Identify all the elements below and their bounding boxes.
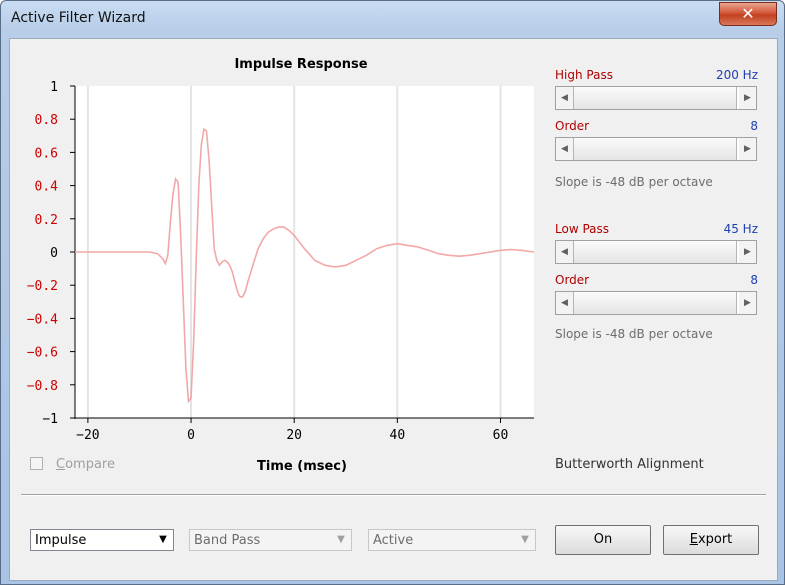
low-pass-label: Low Pass xyxy=(555,222,609,236)
low-pass-order-slider[interactable]: ◀ ▶ xyxy=(555,291,757,315)
export-label-rest: xport xyxy=(697,532,733,547)
y-tick-label: 0.6 xyxy=(35,146,58,161)
close-icon: ✕ xyxy=(741,4,755,23)
y-tick-label: −0.6 xyxy=(27,346,58,361)
y-tick-label: −0.2 xyxy=(27,279,58,294)
low-pass-value: 45 Hz xyxy=(723,222,758,236)
alignment-label: Butterworth Alignment xyxy=(555,457,704,472)
y-tick-label: −0.8 xyxy=(27,379,58,394)
scroll-thumb[interactable] xyxy=(573,292,737,314)
low-pass-order-value: 8 xyxy=(750,273,758,287)
y-tick-label: 1 xyxy=(50,80,58,95)
x-tick-label: 60 xyxy=(493,428,509,443)
x-tick-label: 20 xyxy=(286,428,302,443)
separator-line xyxy=(21,494,766,496)
y-tick-label: −1 xyxy=(42,412,58,427)
scroll-thumb[interactable] xyxy=(573,138,737,160)
x-tick-label: 40 xyxy=(390,428,406,443)
x-tick-label: −20 xyxy=(76,428,99,443)
low-pass-order-label: Order xyxy=(555,273,590,287)
scroll-left-icon[interactable]: ◀ xyxy=(556,87,573,109)
export-button[interactable]: Export xyxy=(663,525,759,555)
window-title: Active Filter Wizard xyxy=(11,10,146,26)
compare-checkbox[interactable] xyxy=(30,457,43,470)
chart-title: Impulse Response xyxy=(234,57,367,72)
x-axis-label: Time (msec) xyxy=(257,459,347,474)
filter-mode-value: Active xyxy=(373,533,414,548)
y-tick-label: −0.4 xyxy=(27,312,58,327)
app-window: Active Filter Wizard ✕ Impulse Response … xyxy=(0,0,785,585)
close-button[interactable]: ✕ xyxy=(719,2,777,26)
chevron-down-icon[interactable]: ▼ xyxy=(332,531,350,549)
chevron-down-icon[interactable]: ▼ xyxy=(516,531,534,549)
filter-type-select[interactable]: Band Pass ▼ xyxy=(189,529,352,551)
high-pass-slider[interactable]: ◀ ▶ xyxy=(555,86,757,110)
scroll-left-icon[interactable]: ◀ xyxy=(556,241,573,263)
scroll-left-icon[interactable]: ◀ xyxy=(556,138,573,160)
compare-label[interactable]: Compare xyxy=(56,457,115,472)
high-pass-label: High Pass xyxy=(555,68,613,82)
on-button[interactable]: On xyxy=(555,525,651,555)
high-pass-slope-text: Slope is -48 dB per octave xyxy=(555,175,713,189)
high-pass-order-value: 8 xyxy=(750,119,758,133)
y-tick-label: 0.8 xyxy=(35,113,58,128)
scroll-right-icon[interactable]: ▶ xyxy=(739,138,756,160)
compare-label-rest: ompare xyxy=(65,457,115,472)
dialog-client-area: Impulse Response −20 0 20 40 60 1 0.8 0.6 0.4 0.2… xyxy=(9,38,778,581)
high-pass-order-label: Order xyxy=(555,119,590,133)
compare-mnemonic: C xyxy=(56,457,66,472)
y-tick-label: 0.4 xyxy=(35,180,59,195)
high-pass-value: 200 Hz xyxy=(715,68,758,82)
scroll-right-icon[interactable]: ▶ xyxy=(739,241,756,263)
low-pass-slider[interactable]: ◀ ▶ xyxy=(555,240,757,264)
y-tick-label: 0 xyxy=(50,246,58,261)
scroll-right-icon[interactable]: ▶ xyxy=(739,292,756,314)
scroll-left-icon[interactable]: ◀ xyxy=(556,292,573,314)
filter-mode-select[interactable]: Active ▼ xyxy=(368,529,536,551)
chevron-down-icon[interactable]: ▼ xyxy=(154,531,172,549)
y-tick-label: 0.2 xyxy=(35,213,58,228)
response-type-value: Impulse xyxy=(35,533,87,548)
x-tick-label: 0 xyxy=(187,428,195,443)
low-pass-slope-text: Slope is -48 dB per octave xyxy=(555,327,713,341)
scroll-thumb[interactable] xyxy=(573,241,737,263)
scroll-thumb[interactable] xyxy=(573,87,737,109)
export-mnemonic: E xyxy=(689,532,698,547)
scroll-right-icon[interactable]: ▶ xyxy=(739,87,756,109)
response-type-select[interactable]: Impulse ▼ xyxy=(30,529,174,551)
high-pass-order-slider[interactable]: ◀ ▶ xyxy=(555,137,757,161)
filter-type-value: Band Pass xyxy=(194,533,261,548)
